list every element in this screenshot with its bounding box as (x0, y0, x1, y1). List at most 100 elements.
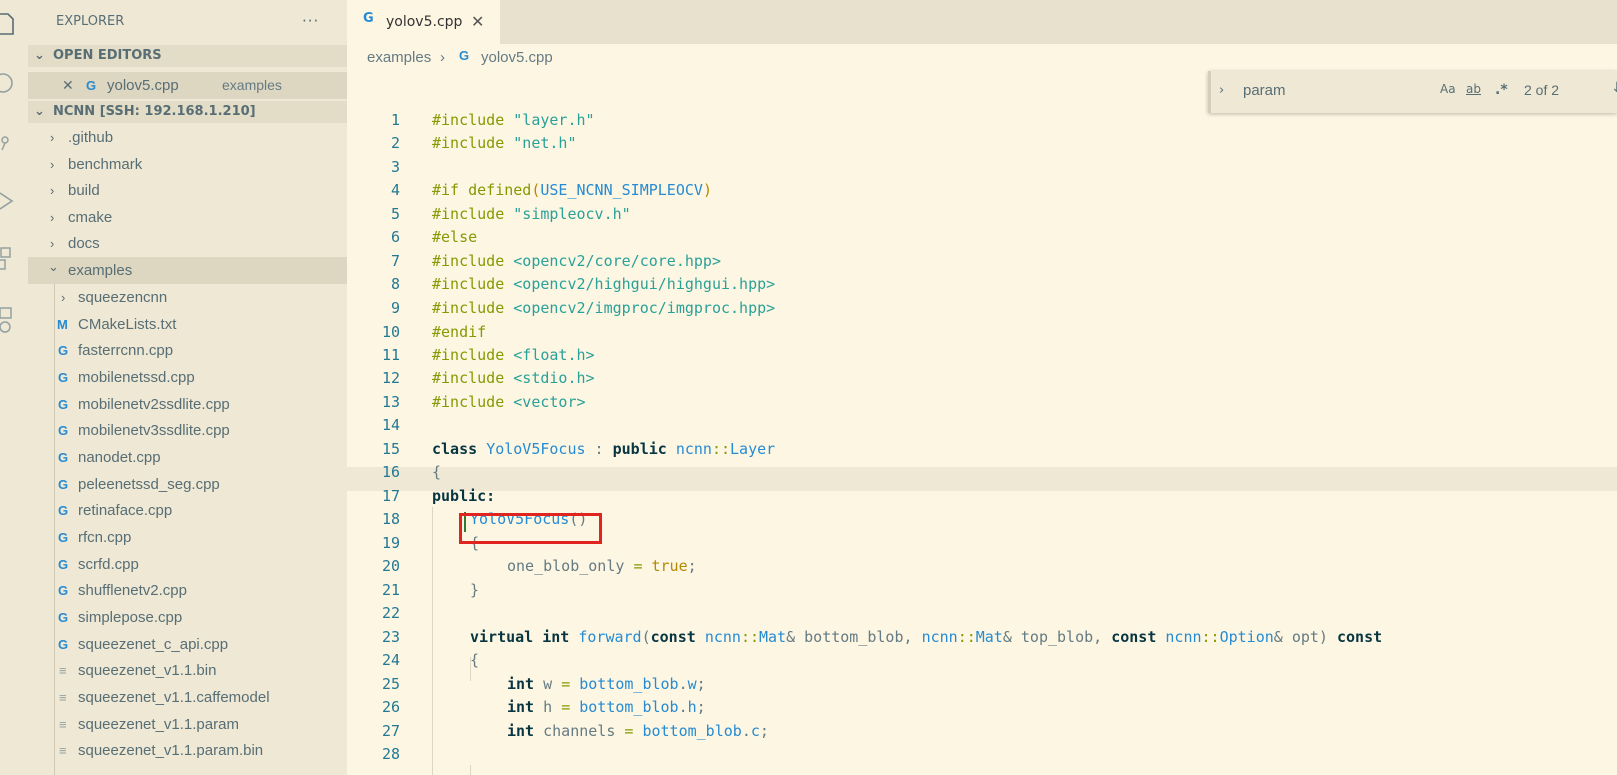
tree-file-name: shufflenetv2.cpp (78, 582, 187, 599)
code-token: { (470, 651, 480, 669)
code-line: #include <opencv2/imgproc/imgproc.hpp> (432, 299, 775, 317)
tree-file[interactable]: G peleenetssd_seg.cpp (28, 471, 347, 498)
remote-explorer-icon[interactable] (0, 306, 14, 333)
tree-folder[interactable]: › .github (28, 124, 347, 151)
code-token: forward (578, 628, 642, 646)
chevron-right-icon[interactable]: › (1219, 83, 1224, 98)
tree-file-name: squeezenet_v1.1.param (78, 716, 239, 733)
close-icon[interactable]: ✕ (471, 0, 484, 44)
close-icon[interactable]: ✕ (62, 72, 74, 99)
more-actions-icon[interactable]: ··· (302, 12, 319, 30)
code-token: ; (687, 557, 697, 575)
tree-file-name: squeezenet_v1.1.param.bin (78, 742, 264, 759)
tree-file[interactable]: M CMakeLists.txt (28, 311, 347, 338)
cmake-file-icon: M (57, 317, 68, 332)
tree-folder[interactable]: › cmake (28, 204, 347, 231)
chevron-down-icon: ⌄ (34, 104, 45, 119)
tree-file[interactable]: G scrfd.cpp (28, 551, 347, 578)
open-editors-section[interactable]: ⌄ OPEN EDITORS (28, 45, 347, 67)
code-token: & opt) (1273, 628, 1337, 646)
tree-file[interactable]: ≡ squeezenet_v1.1.caffemodel (28, 684, 347, 711)
tree-file[interactable]: G squeezenet_c_api.cpp (28, 631, 347, 658)
code-token: { (432, 463, 442, 481)
run-debug-icon[interactable] (0, 190, 14, 212)
code-editor[interactable]: 1 2 3 4 5 6 7 8 9 10 11 12 13 14 15 16 1… (347, 95, 1617, 775)
code-token: #include (432, 205, 514, 223)
code-token: Mat (975, 628, 1003, 646)
tree-file-name: nanodet.cpp (78, 449, 161, 466)
cpp-file-icon: G (58, 397, 69, 412)
search-icon[interactable] (0, 72, 14, 94)
tree-folder[interactable]: › benchmark (28, 151, 347, 178)
code-token: :: (740, 628, 759, 646)
tree-file[interactable]: G mobilenetv3ssdlite.cpp (28, 417, 347, 444)
tree-file[interactable]: G fasterrcnn.cpp (28, 337, 347, 364)
tree-folder[interactable]: › docs (28, 230, 347, 257)
tree-file[interactable]: G rfcn.cpp (28, 524, 347, 551)
line-number: 5 (390, 205, 400, 223)
chevron-right-icon: › (50, 210, 55, 225)
code-token: } (470, 581, 480, 599)
tree-file[interactable]: ≡ squeezenet_v1.1.param.bin (28, 737, 347, 764)
regex-icon[interactable]: .* (1495, 82, 1508, 98)
files-icon[interactable] (0, 12, 14, 35)
open-editors-label: OPEN EDITORS (53, 48, 162, 63)
tree-folder-expanded[interactable]: ⌄ examples (28, 257, 347, 284)
tree-file-name: CMakeLists.txt (78, 316, 177, 333)
code-token: <float.h> (513, 346, 595, 364)
tree-file[interactable]: G mobilenetssd.cpp (28, 364, 347, 391)
chevron-down-icon: ⌄ (34, 48, 45, 63)
tree-folder[interactable]: › squeezencnn (28, 284, 347, 311)
cpp-file-icon: G (58, 637, 69, 652)
tree-file[interactable]: G mobilenetv2ssdlite.cpp (28, 391, 347, 418)
code-token: Mat (759, 628, 787, 646)
whole-word-icon[interactable]: ab (1466, 82, 1481, 96)
open-editor-item[interactable]: ✕ G yolov5.cpp examples (28, 72, 347, 99)
breadcrumb-folder[interactable]: examples (367, 47, 431, 69)
line-number: 25 (381, 675, 400, 693)
cpp-file-icon: G (58, 343, 69, 358)
code-token: #include (432, 134, 514, 152)
tree-file-name: squeezenet_v1.1.bin (78, 662, 217, 679)
code-token: bottom_blob (642, 722, 742, 740)
extensions-icon[interactable] (0, 246, 14, 270)
workspace-section[interactable]: ⌄ NCNN [SSH: 192.168.1.210] (28, 101, 347, 123)
code-token: = (633, 557, 652, 575)
tree-file[interactable]: G shufflenetv2.cpp (28, 577, 347, 604)
code-token: ncnn (704, 628, 741, 646)
code-token: #include (432, 275, 514, 293)
next-match-icon[interactable]: ↓ (1611, 80, 1617, 96)
code-token: #include (432, 252, 514, 270)
tab-yolov5-cpp[interactable]: G yolov5.cpp ✕ (347, 0, 500, 44)
code-token: true (651, 557, 688, 575)
tree-file[interactable]: ≡ squeezenet_v1.1.param (28, 711, 347, 738)
cpp-file-icon: G (58, 503, 69, 518)
indent-guide (432, 507, 433, 775)
source-control-icon[interactable] (0, 132, 14, 154)
line-number: 28 (381, 745, 400, 763)
tree-file[interactable]: G nanodet.cpp (28, 444, 347, 471)
code-token: ; (696, 675, 706, 693)
tree-folder[interactable]: › build (28, 177, 347, 204)
code-token: int (507, 722, 544, 740)
code-token: Layer (730, 440, 776, 458)
tree-file[interactable]: ≡ squeezenet_v1.1.bin (28, 657, 347, 684)
tree-folder-name: .github (68, 129, 114, 146)
tree-file-name: fasterrcnn.cpp (78, 342, 174, 359)
line-number: 7 (390, 252, 400, 270)
cpp-file-icon: G (58, 370, 69, 385)
tree-file[interactable]: G simplepose.cpp (28, 604, 347, 631)
code-token: public (612, 440, 676, 458)
code-line: int w = bottom_blob.w; (507, 675, 706, 693)
tree-file[interactable]: G retinaface.cpp (28, 497, 347, 524)
breadcrumb-file[interactable]: yolov5.cpp (481, 47, 553, 69)
cpp-file-icon: G (58, 423, 69, 438)
cpp-file-icon: G (86, 78, 97, 93)
line-number: 21 (381, 581, 400, 599)
code-line: #else (432, 228, 477, 246)
current-line-highlight (347, 467, 1617, 491)
tab-label: yolov5.cpp (386, 14, 463, 30)
line-number: 27 (381, 722, 400, 740)
code-line: } (470, 581, 479, 599)
match-case-icon[interactable]: Aa (1440, 82, 1456, 96)
